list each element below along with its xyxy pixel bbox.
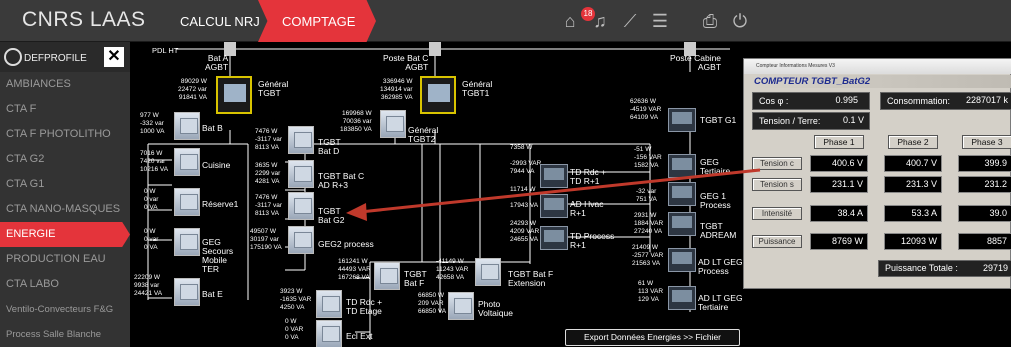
- annotation-arrow: [346, 168, 761, 221]
